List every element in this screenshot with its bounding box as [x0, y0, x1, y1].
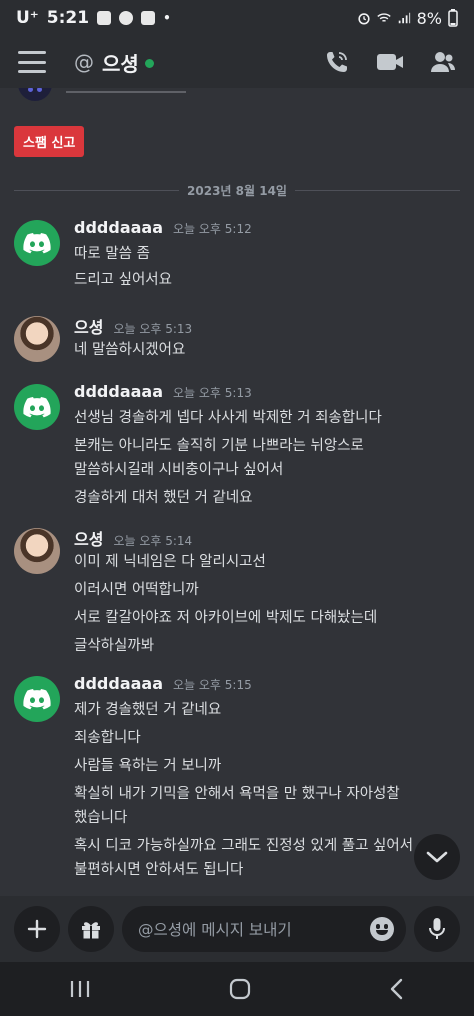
video-call-icon[interactable] [376, 51, 404, 73]
message-list[interactable]: 스팸 신고 2023년 8월 14일 ddddaaaa 오늘 오후 5:12 따… [0, 88, 474, 896]
message-composer: @으셩에 메시지 보내기 [0, 896, 474, 962]
message-line: 이미 제 닉네임은 다 알리시고선 [74, 554, 266, 570]
message-header: ddddaaaa 오늘 오후 5:15 [74, 674, 460, 698]
menu-icon[interactable] [18, 51, 46, 73]
system-nav-bar [0, 962, 474, 1016]
username[interactable]: ddddaaaa [74, 674, 163, 693]
message-line: 드리고 싶어서요 [74, 272, 172, 288]
message-line: 했습니다 [74, 810, 128, 826]
message-line: 네 말씀하시겠어요 [74, 342, 186, 358]
message-line: 본캐는 아니라도 솔직히 기분 나쁘라는 뉘앙스로 [74, 438, 364, 454]
date-separator: 2023년 8월 14일 [14, 180, 460, 200]
message-line: 서로 칼갈아야죠 저 아카이브에 박제도 다해놨는데 [74, 610, 378, 626]
avatar[interactable] [14, 528, 60, 574]
message-line: 말씀하시길래 시비충이구나 싶어서 [74, 462, 284, 478]
message-header: ddddaaaa 오늘 오후 5:13 [74, 382, 460, 406]
timestamp: 오늘 오후 5:13 [113, 322, 193, 336]
status-right: 8% [357, 9, 458, 28]
emoji-icon[interactable] [370, 917, 394, 941]
battery-percent: 8% [416, 8, 442, 28]
online-status-indicator [144, 59, 154, 68]
message-line: 경솔하게 대처 했던 거 같네요 [74, 490, 253, 506]
header-actions [324, 49, 456, 75]
voice-call-icon[interactable] [324, 49, 350, 75]
partial-text-cutoff [66, 91, 186, 95]
add-attachment-button[interactable] [14, 906, 60, 952]
message-line: 사람들 욕하는 거 보니까 [74, 758, 222, 774]
clock: 5:21 [46, 8, 90, 28]
message-body: ddddaaaa 오늘 오후 5:13 선생님 경솔하게 넵다 사사게 박제한 … [74, 382, 460, 510]
signal-icon [398, 12, 410, 24]
chat-header: @ 으셩 [0, 36, 474, 88]
username[interactable]: ddddaaaa [74, 382, 163, 401]
partial-avatar [18, 88, 52, 101]
partial-previous-message [18, 88, 186, 102]
chevron-down-icon [426, 851, 448, 863]
channel-title[interactable]: 으셩 [102, 48, 139, 77]
carrier-label: U⁺ [16, 8, 39, 28]
discord-logo-icon [23, 233, 51, 254]
timestamp: 오늘 오후 5:12 [173, 222, 252, 236]
message-line: 글삭하실까봐 [74, 638, 155, 654]
message-line: 불편하시면 안하셔도 됩니다 [74, 862, 244, 878]
message-body: 으셩 오늘 오후 5:13 네 말씀하시겠어요 [74, 314, 460, 362]
gift-icon [82, 922, 100, 939]
message-input-placeholder: @으셩에 메시지 보내기 [138, 921, 292, 939]
message-body: 으셩 오늘 오후 5:14 이미 제 닉네임은 다 알리시고선 이러시면 어떡합… [74, 526, 460, 658]
user-profile-icon[interactable] [430, 50, 456, 74]
username[interactable]: 으셩 [74, 314, 103, 338]
date-label: 2023년 8월 14일 [187, 183, 287, 198]
home-icon[interactable] [229, 978, 251, 1000]
divider-line [294, 189, 460, 191]
alarm-icon [358, 13, 370, 25]
avatar[interactable] [14, 316, 60, 362]
message-header: ddddaaaa 오늘 오후 5:12 [74, 218, 460, 242]
avatar[interactable] [14, 384, 60, 430]
message-input[interactable]: @으셩에 메시지 보내기 [122, 906, 406, 952]
message-header: 으셩 오늘 오후 5:14 [74, 526, 460, 550]
voice-message-button[interactable] [414, 906, 460, 952]
spam-report-button[interactable]: 스팸 신고 [14, 126, 85, 157]
more-notifications-dot: • [163, 11, 171, 25]
avatar[interactable] [14, 220, 60, 266]
battery-icon [448, 9, 458, 27]
timestamp: 오늘 오후 5:13 [173, 386, 252, 400]
recent-apps-icon[interactable] [69, 979, 91, 999]
dm-at-icon: @ [74, 50, 94, 74]
message-body: ddddaaaa 오늘 오후 5:15 제가 경솔했던 거 같네요 죄송합니다 … [74, 674, 460, 882]
cloud-notification-icon [119, 11, 134, 25]
wifi-icon [376, 13, 391, 22]
status-left: U⁺ 5:21 • [16, 8, 171, 28]
message-body: ddddaaaa 오늘 오후 5:12 따로 말씀 좀 드리고 싶어서요 [74, 218, 460, 292]
username[interactable]: ddddaaaa [74, 218, 163, 237]
message-line: 이러시면 어떡합니까 [74, 582, 199, 598]
app-notification-icon [141, 11, 156, 25]
divider-line [14, 189, 180, 191]
message-header: 으셩 오늘 오후 5:13 [74, 314, 460, 338]
discord-logo-icon [23, 689, 51, 710]
microphone-icon [429, 918, 445, 939]
jump-to-present-button[interactable] [414, 834, 460, 880]
back-icon[interactable] [389, 978, 405, 1000]
message-line: 선생님 경솔하게 넵다 사사게 박제한 거 죄송합니다 [74, 410, 382, 426]
discord-logo-icon [23, 397, 51, 418]
message-line: 제가 경솔했던 거 같네요 [74, 702, 222, 718]
timestamp: 오늘 오후 5:15 [173, 678, 252, 692]
plus-icon [27, 919, 47, 939]
message-line: 따로 말씀 좀 [74, 246, 150, 262]
timestamp: 오늘 오후 5:14 [113, 534, 193, 548]
username[interactable]: 으셩 [74, 526, 103, 550]
message-line: 죄송합니다 [74, 730, 141, 746]
avatar[interactable] [14, 676, 60, 722]
message-line: 혹시 디코 가능하실까요 그래도 진정성 있게 풀고 싶어서 [74, 838, 414, 854]
gift-button[interactable] [68, 906, 114, 952]
status-bar: U⁺ 5:21 • 8% [0, 0, 474, 36]
gallery-notification-icon [97, 11, 112, 25]
message-line: 확실히 내가 기믹을 안해서 욕먹을 만 했구나 자아성찰 [74, 786, 400, 802]
